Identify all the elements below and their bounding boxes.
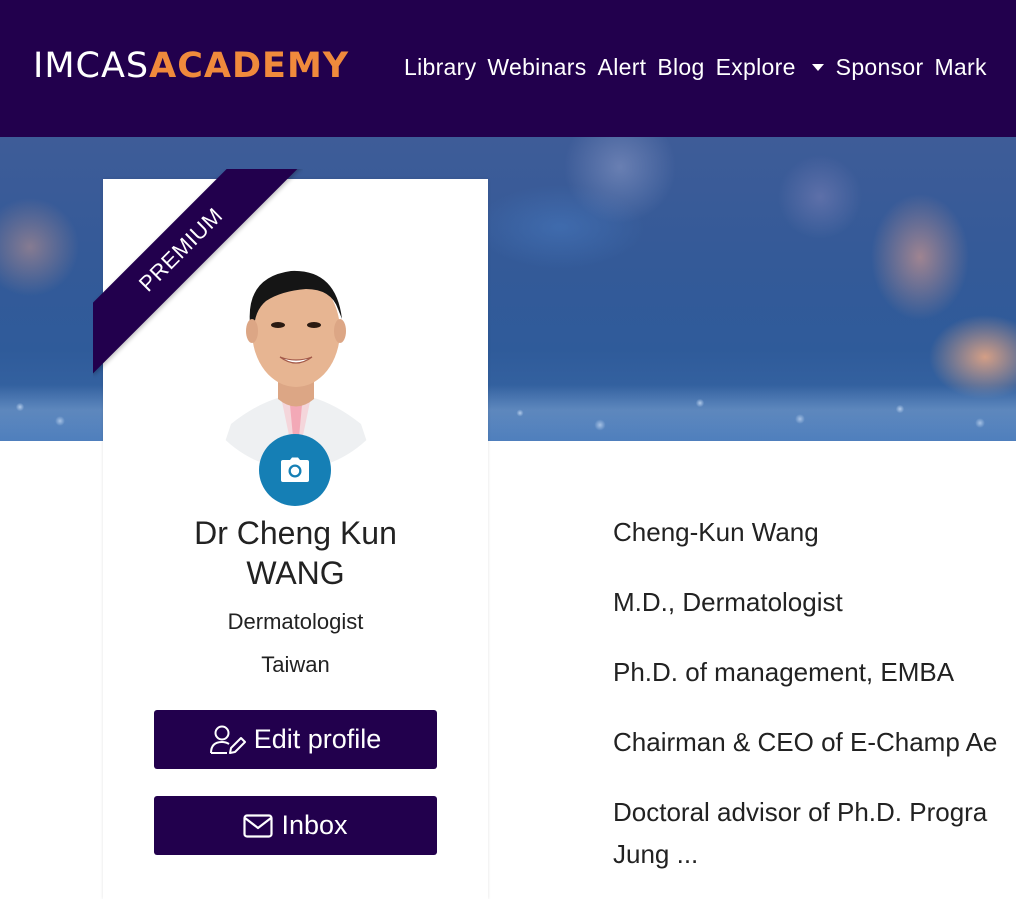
nav-blog[interactable]: Blog (657, 54, 704, 81)
bio-line: Cheng-Kun Wang (613, 517, 819, 547)
inbox-button[interactable]: Inbox (154, 796, 437, 855)
profile-card: PREMIUM Dr Cheng Kun WANG Dermatologist … (93, 169, 488, 899)
logo-academy: ACADEMY (149, 46, 350, 86)
nav-alert[interactable]: Alert (598, 54, 647, 81)
imcas-academy-logo[interactable]: IMCASACADEMY (33, 46, 349, 86)
bio-line: Ph.D. of management, EMBA (613, 657, 955, 687)
profile-country: Taiwan (261, 652, 330, 677)
nav-explore-label: Explore (715, 53, 796, 80)
bio-line: Jung ... (613, 839, 699, 869)
profile-name: Dr Cheng Kun WANG (103, 513, 488, 593)
user-edit-icon (209, 725, 246, 754)
caret-down-icon (811, 63, 824, 71)
inbox-label: Inbox (281, 810, 348, 840)
profile-specialty: Dermatologist (227, 609, 364, 634)
main-nav: Library Webinars Alert Blog Explore Spon… (404, 50, 998, 84)
profile-name-line2: WANG (246, 555, 345, 591)
edit-profile-button[interactable]: Edit profile (154, 710, 437, 769)
bio-line: Chairman & CEO of E-Champ Ae (613, 727, 998, 757)
bio-line: Doctoral advisor of Ph.D. Progra (613, 797, 988, 827)
avatar (186, 219, 406, 469)
nav-library[interactable]: Library (404, 54, 476, 81)
avatar-photo (186, 219, 406, 469)
nav-mark[interactable]: Mark (934, 54, 986, 81)
edit-profile-label: Edit profile (253, 724, 382, 754)
profile-name-line1: Dr Cheng Kun (194, 515, 397, 551)
nav-sponsor[interactable]: Sponsor (836, 54, 924, 81)
change-photo-button[interactable] (259, 434, 331, 506)
logo-imcas: IMCAS (33, 46, 150, 86)
bio-line: M.D., Dermatologist (613, 587, 843, 617)
camera-icon (281, 457, 309, 482)
nav-explore-dropdown[interactable]: Explore (716, 54, 836, 81)
nav-webinars[interactable]: Webinars (487, 54, 586, 81)
envelope-icon (243, 813, 274, 838)
top-navbar: IMCASACADEMY Library Webinars Alert Blog… (0, 0, 1016, 137)
